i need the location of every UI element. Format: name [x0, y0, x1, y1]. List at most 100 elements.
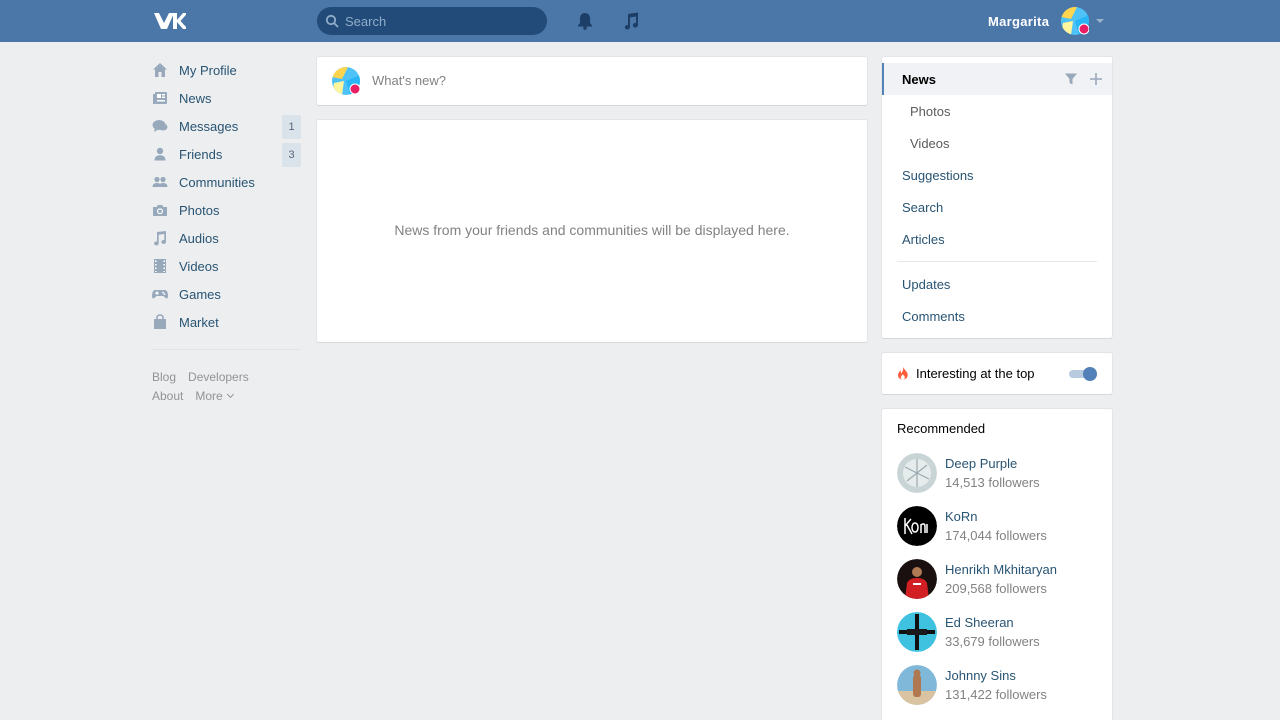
- footer-link-blog[interactable]: Blog: [152, 370, 176, 384]
- vk-logo-icon[interactable]: [152, 11, 186, 31]
- sidebar-footer-links: Blog Developers About More: [152, 368, 301, 406]
- recommended-item[interactable]: KoRn 174,044 followers: [897, 506, 1097, 559]
- community-name[interactable]: Henrikh Mkhitaryan: [945, 562, 1057, 577]
- search-input[interactable]: [345, 7, 540, 35]
- community-name[interactable]: Deep Purple: [945, 456, 1017, 471]
- sidebar-item-label: Friends: [179, 146, 223, 162]
- left-sidebar: My Profile News Messages 1 Friends 3 Com…: [152, 56, 301, 406]
- user-menu[interactable]: Margarita: [980, 0, 1110, 42]
- menu-item-label: Comments: [902, 308, 965, 324]
- bell-icon: [578, 13, 592, 30]
- recommended-item[interactable]: Deep Purple 14,513 followers: [897, 453, 1097, 506]
- sidebar-item-label: Messages: [179, 118, 239, 134]
- notifications-button[interactable]: [574, 10, 596, 32]
- menu-item-label: Videos: [910, 135, 950, 151]
- menu-item-comments[interactable]: Comments: [882, 300, 1112, 332]
- menu-item-articles[interactable]: Articles: [882, 223, 1112, 255]
- recommended-list: Deep Purple 14,513 followers KoRn 174,04…: [897, 453, 1097, 718]
- sidebar-item-videos[interactable]: Videos: [152, 252, 301, 280]
- music-note-icon: [624, 12, 639, 30]
- interesting-label: Interesting at the top: [916, 366, 1035, 381]
- gamepad-icon: [152, 286, 168, 302]
- sidebar-item-messages[interactable]: Messages 1: [152, 112, 301, 140]
- music-button[interactable]: [620, 10, 642, 32]
- sidebar-item-label: News: [179, 90, 212, 106]
- followers-count: 131,422 followers: [945, 687, 1047, 702]
- menu-item-search[interactable]: Search: [882, 191, 1112, 223]
- feed-empty-message: News from your friends and communities w…: [394, 222, 790, 238]
- recommended-item[interactable]: Henrikh Mkhitaryan 209,568 followers: [897, 559, 1097, 612]
- menu-item-label: Updates: [902, 276, 951, 292]
- recommended-item[interactable]: Johnny Sins 131,422 followers: [897, 665, 1097, 718]
- recommended-panel: Recommended Deep Purple 14,513 followers: [882, 409, 1112, 720]
- sidebar-item-market[interactable]: Market: [152, 308, 301, 336]
- sidebar-item-photos[interactable]: Photos: [152, 196, 301, 224]
- music-note-icon: [152, 230, 168, 246]
- group-icon: [152, 174, 168, 190]
- fire-icon: [898, 366, 908, 380]
- menu-item-updates[interactable]: Updates: [882, 268, 1112, 300]
- plus-icon[interactable]: [1089, 72, 1103, 86]
- filter-icon[interactable]: [1064, 72, 1078, 86]
- community-avatar[interactable]: [897, 559, 937, 599]
- sidebar-item-games[interactable]: Games: [152, 280, 301, 308]
- composer-input[interactable]: What's new?: [372, 73, 446, 88]
- followers-count: 14,513 followers: [945, 475, 1040, 490]
- recommended-title: Recommended: [897, 421, 986, 436]
- recommended-item[interactable]: Ed Sheeran 33,679 followers: [897, 612, 1097, 665]
- sidebar-divider: [152, 349, 301, 350]
- community-name[interactable]: Johnny Sins: [945, 668, 1016, 683]
- sidebar-item-label: Games: [179, 286, 221, 302]
- news-icon: [152, 90, 168, 106]
- followers-count: 33,679 followers: [945, 634, 1040, 649]
- sidebar-item-communities[interactable]: Communities: [152, 168, 301, 196]
- person-icon: [152, 146, 168, 162]
- menu-divider: [897, 261, 1097, 262]
- sidebar-item-label: My Profile: [179, 62, 237, 78]
- followers-count: 209,568 followers: [945, 581, 1047, 596]
- sidebar-item-news[interactable]: News: [152, 84, 301, 112]
- search-box[interactable]: [317, 7, 547, 35]
- community-avatar[interactable]: [897, 506, 937, 546]
- film-icon: [152, 258, 168, 274]
- menu-item-label: Suggestions: [902, 167, 974, 183]
- sidebar-item-label: Videos: [179, 258, 219, 274]
- sidebar-item-label: Market: [179, 314, 219, 330]
- messages-count-badge: 1: [282, 115, 301, 139]
- footer-link-developers[interactable]: Developers: [188, 370, 249, 384]
- post-composer[interactable]: What's new?: [317, 57, 867, 105]
- sidebar-item-friends[interactable]: Friends 3: [152, 140, 301, 168]
- footer-link-about[interactable]: About: [152, 389, 183, 403]
- sidebar-item-my-profile[interactable]: My Profile: [152, 56, 301, 84]
- top-header: Margarita: [0, 0, 1280, 42]
- sidebar-item-label: Communities: [179, 174, 255, 190]
- home-icon: [152, 62, 168, 78]
- composer-avatar: [332, 67, 360, 95]
- sidebar-item-audios[interactable]: Audios: [152, 224, 301, 252]
- menu-item-label: Articles: [902, 231, 945, 247]
- menu-item-label: Search: [902, 199, 944, 215]
- menu-item-photos[interactable]: Photos: [882, 95, 1112, 127]
- chevron-down-icon: [1096, 19, 1104, 23]
- user-name: Margarita: [988, 13, 1050, 29]
- toggle-knob: [1083, 367, 1097, 381]
- interesting-toggle[interactable]: [1069, 367, 1097, 381]
- community-name[interactable]: Ed Sheeran: [945, 615, 1014, 630]
- menu-item-news[interactable]: News: [882, 63, 1112, 95]
- sidebar-item-label: Audios: [179, 230, 219, 246]
- community-avatar[interactable]: [897, 665, 937, 705]
- interesting-at-top-panel: Interesting at the top: [882, 353, 1112, 394]
- community-avatar[interactable]: [897, 612, 937, 652]
- news-feed: News from your friends and communities w…: [317, 120, 867, 342]
- menu-item-label: Photos: [910, 103, 951, 119]
- camera-icon: [152, 202, 168, 218]
- menu-item-videos[interactable]: Videos: [882, 127, 1112, 159]
- footer-link-more[interactable]: More: [195, 389, 232, 403]
- messages-icon: [152, 118, 168, 134]
- community-name[interactable]: KoRn: [945, 509, 978, 524]
- community-avatar[interactable]: [897, 453, 937, 493]
- bag-icon: [152, 314, 168, 330]
- news-filter-menu: News Photos Videos Suggestions Search Ar…: [882, 57, 1112, 338]
- user-avatar: [1061, 7, 1089, 35]
- menu-item-suggestions[interactable]: Suggestions: [882, 159, 1112, 191]
